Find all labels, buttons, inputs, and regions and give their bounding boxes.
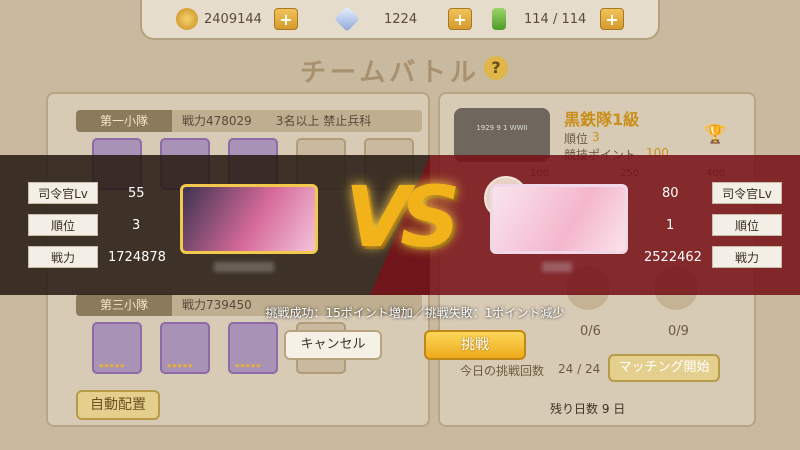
coin-icon [176,8,198,30]
dogtag-badge: 1929 9 1 WWII [454,108,550,162]
squad-member-card[interactable]: ★★★★★ [92,322,142,374]
cancel-button[interactable]: キャンセル [284,330,382,360]
days-left: 残り日数 9 日 [550,402,626,416]
squad-info: 戦力478029 3名以上 禁止兵科 [182,114,372,128]
opponent-power: 2522462 [644,250,702,265]
squad-member-card[interactable]: ★★★★★ [228,322,278,374]
page-title: チームバトル [300,58,481,88]
player-power: 1724878 [108,250,166,265]
matching-start-button[interactable]: マッチング開始 [608,354,720,382]
add-gems-button[interactable]: + [448,8,472,30]
squad-member-card[interactable]: ★★★★★ [160,322,210,374]
add-coins-button[interactable]: + [274,8,298,30]
player-power-label: 戦力 [28,246,98,268]
reward-count: 0/6 [580,324,601,339]
opponent-commander-level: 80 [662,186,679,201]
player-avatar [180,184,318,254]
challenge-info-text: 挑戦成功：15ポイント増加／挑戦失敗：1ポイント減少 [265,306,565,320]
reward-count: 0/9 [668,324,689,339]
coin-resource: 2409144 + [176,6,298,32]
squad-header-1: 第一小隊 戦力478029 3名以上 禁止兵科 [76,110,422,132]
resource-bar: 2409144 + 1224 + 114 / 114 + [140,0,660,40]
rank-title: 黒鉄隊1級 [564,110,640,129]
player-rank: 3 [132,218,141,233]
challenge-button[interactable]: 挑戦 [424,330,526,360]
opponent-rank: 1 [666,218,675,233]
badge-text: 1929 9 1 WWII [476,124,528,132]
opponent-power-label: 戦力 [712,246,782,268]
today-challenges-label: 今日の挑戦回数 [460,364,545,378]
squad-tag: 第一小隊 [76,110,172,132]
coin-amount: 2409144 [204,11,262,27]
vs-emblem: VS [345,168,460,266]
player-commander-level: 55 [128,186,145,201]
opponent-name-blurred [542,262,572,272]
gem-resource: 1224 + [334,6,472,32]
trophy-icon: 🏆 [704,124,727,145]
opponent-avatar [490,184,628,254]
opponent-commander-label: 司令官Lv [712,182,782,204]
rank-label: 順位 [564,132,589,146]
battery-icon [492,8,506,30]
gem-amount: 1224 [384,11,418,27]
auto-deploy-button[interactable]: 自動配置 [76,390,160,420]
help-icon[interactable]: ? [484,56,508,80]
stamina-resource: 114 / 114 + [492,6,624,32]
player-name-blurred [214,262,274,272]
rank-value: 3 [592,130,600,144]
player-commander-label: 司令官Lv [28,182,98,204]
diamond-icon [334,6,360,32]
today-challenges-value: 24 / 24 [558,362,601,376]
player-rank-label: 順位 [28,214,98,236]
opponent-rank-label: 順位 [712,214,782,236]
squad-tag: 第三小隊 [76,294,172,316]
stamina-amount: 114 / 114 [524,11,587,27]
add-stamina-button[interactable]: + [600,8,624,30]
